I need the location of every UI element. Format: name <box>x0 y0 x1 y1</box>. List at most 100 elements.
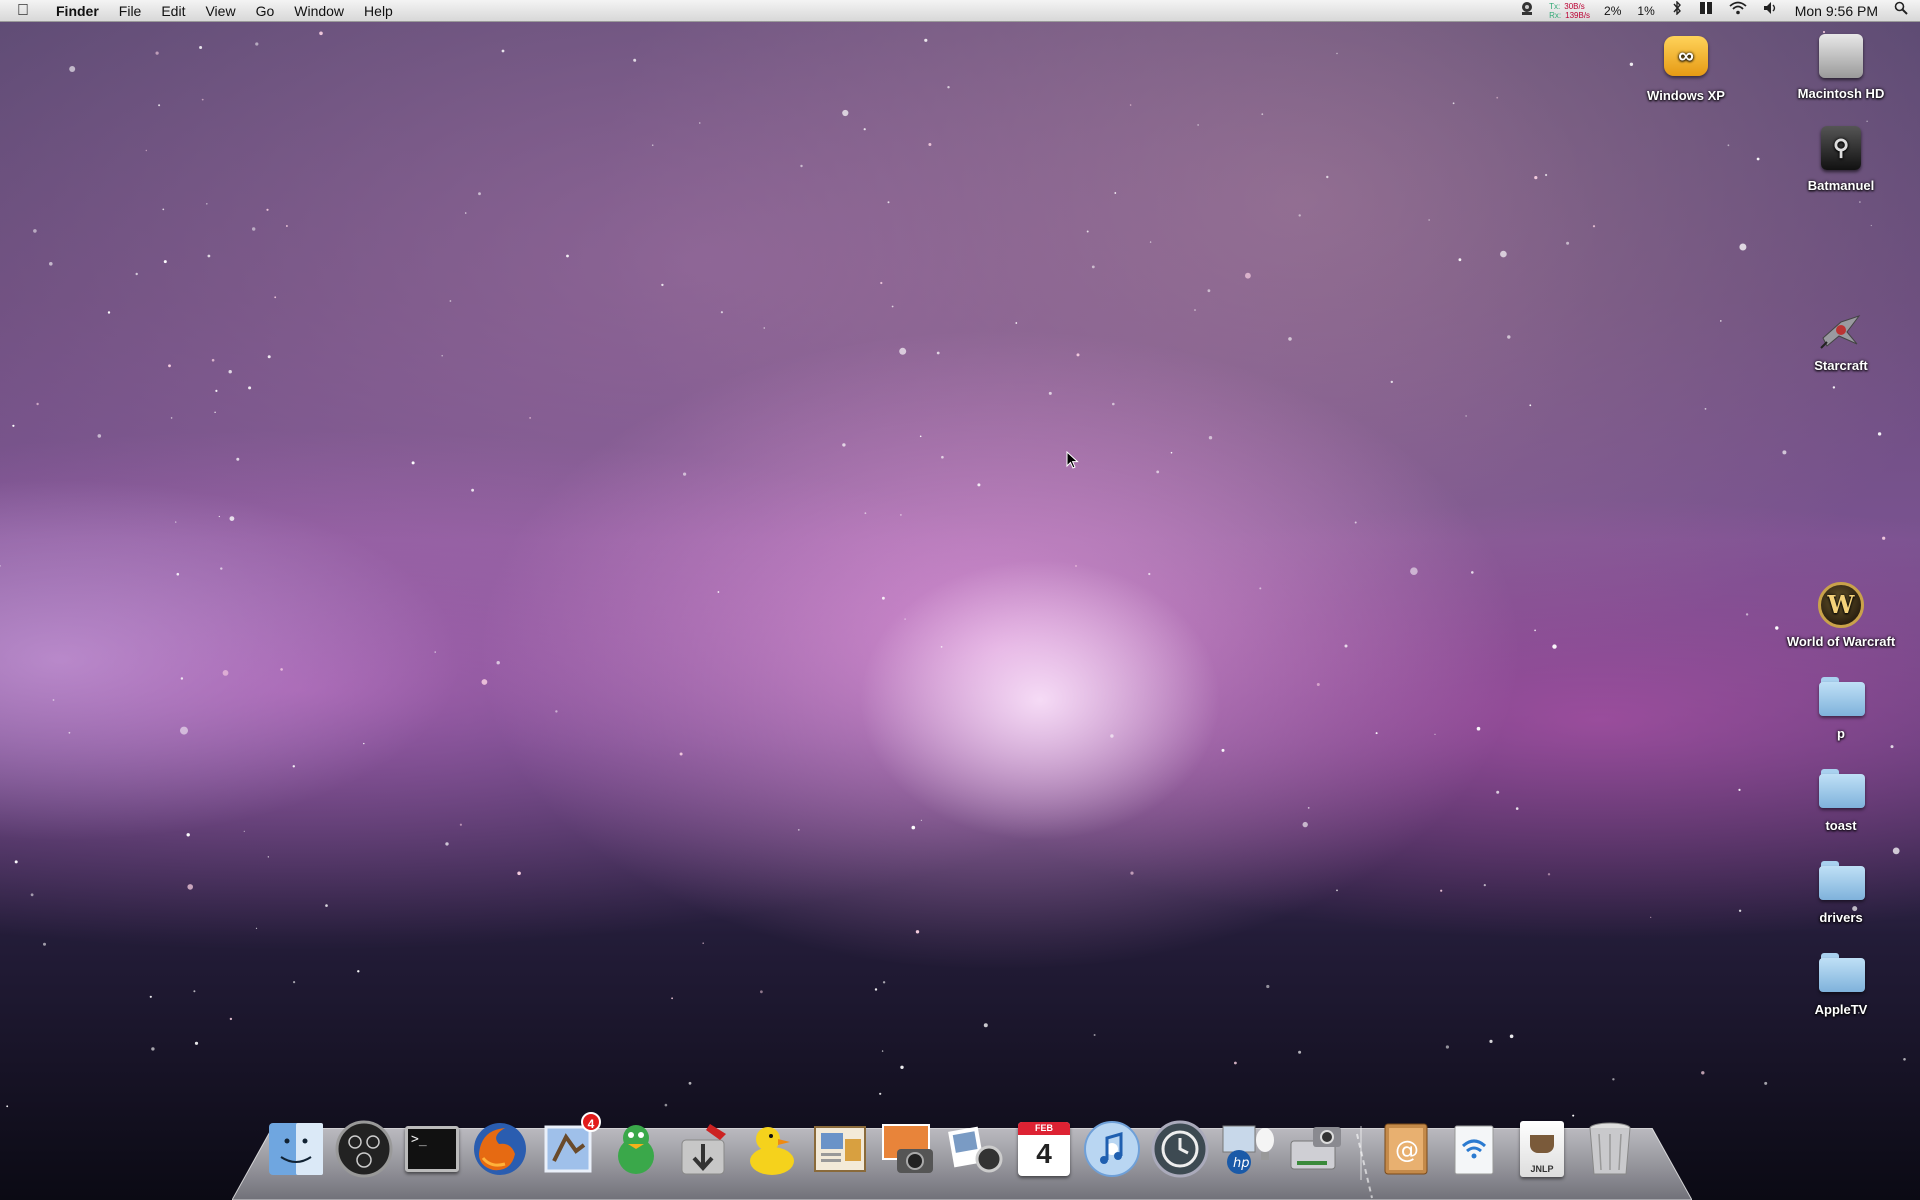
star <box>1471 571 1474 574</box>
star <box>1375 732 1378 735</box>
cpu-meter-1[interactable]: 2% <box>1596 0 1629 22</box>
dock-item-airport-utility[interactable] <box>1443 1118 1505 1180</box>
star <box>145 149 147 152</box>
star <box>481 679 488 685</box>
bluetooth-icon[interactable] <box>1663 0 1691 22</box>
spy-agent-icon[interactable] <box>1511 0 1543 23</box>
dock-item-itunes[interactable] <box>1081 1118 1143 1180</box>
star <box>0 565 1 567</box>
star <box>255 42 259 46</box>
menu-help[interactable]: Help <box>354 0 403 22</box>
star <box>496 661 500 665</box>
desktop-wallpaper <box>0 31 1906 1117</box>
svg-text:@: @ <box>1395 1136 1419 1164</box>
dock-item-iphoto[interactable] <box>877 1118 939 1180</box>
dock-item-photo-booth[interactable] <box>945 1118 1007 1180</box>
star <box>940 646 943 648</box>
star <box>229 516 235 521</box>
star <box>760 990 763 994</box>
star <box>1892 847 1900 855</box>
star <box>434 651 436 653</box>
star <box>1197 124 1199 126</box>
spotlight-search-icon[interactable] <box>1886 0 1920 22</box>
desktop-icon-macintosh-hd[interactable]: Macintosh HD <box>1786 32 1896 101</box>
network-monitor[interactable]: Tx: 30B/s Rx: 139B/s <box>1543 2 1596 20</box>
dock-item-image-capture[interactable] <box>1285 1118 1347 1180</box>
sync-icon[interactable] <box>1691 0 1721 22</box>
star <box>267 856 269 858</box>
rx-label: Rx: <box>1549 11 1562 20</box>
star <box>1775 626 1779 630</box>
desktop-icon-world-of-warcraft[interactable]: W World of Warcraft <box>1786 582 1896 649</box>
desktop-icon-batmanuel[interactable]: ⚲ Batmanuel <box>1786 124 1896 193</box>
star <box>529 417 531 419</box>
desktop-icon-starcraft[interactable]: Starcraft <box>1786 306 1896 373</box>
desktop-icon-folder-toast[interactable]: toast <box>1786 766 1896 833</box>
star <box>683 472 687 476</box>
menu-edit[interactable]: Edit <box>151 0 195 22</box>
star <box>1354 521 1357 524</box>
dock-item-mail[interactable]: 4 <box>537 1112 601 1180</box>
dock-item-firefox[interactable] <box>469 1118 531 1180</box>
apple-menu-icon[interactable]:  <box>0 0 46 22</box>
star <box>445 842 449 846</box>
star <box>1745 613 1749 616</box>
menubar-clock[interactable]: Mon 9:56 PM <box>1787 0 1886 22</box>
star <box>1307 807 1310 809</box>
star <box>194 1041 199 1045</box>
star <box>1704 408 1707 410</box>
dock-item-address-book[interactable]: @ <box>1375 1118 1437 1180</box>
cpu-meter-2[interactable]: 1% <box>1629 0 1662 22</box>
dock-item-terminal[interactable]: >_ <box>401 1118 463 1180</box>
dock-item-cyberduck[interactable] <box>741 1118 803 1180</box>
volume-icon[interactable] <box>1755 0 1787 22</box>
star <box>135 272 138 276</box>
rx-value: 139B/s <box>1565 11 1591 20</box>
star <box>1207 289 1211 293</box>
star <box>1110 734 1114 738</box>
app-menu-finder[interactable]: Finder <box>46 0 109 22</box>
star <box>155 51 159 55</box>
star <box>243 830 245 832</box>
desktop-icon-windows-xp[interactable]: ∞ Windows XP <box>1631 32 1741 103</box>
star <box>501 49 505 53</box>
star <box>187 884 193 890</box>
dock-item-finder[interactable] <box>265 1118 327 1180</box>
dock-item-dashboard[interactable] <box>333 1118 395 1180</box>
star <box>1496 96 1499 99</box>
star <box>175 521 177 523</box>
star <box>863 128 866 131</box>
menu-view[interactable]: View <box>195 0 245 22</box>
star <box>292 765 295 768</box>
menu-go[interactable]: Go <box>246 0 285 22</box>
dock-item-preview[interactable] <box>809 1118 871 1180</box>
wifi-icon[interactable] <box>1721 0 1755 22</box>
tx-label: Tx: <box>1549 2 1561 11</box>
desktop-icon-folder-appletv[interactable]: AppleTV <box>1786 950 1896 1017</box>
dock-item-hp-utility[interactable]: hp <box>1217 1118 1279 1180</box>
star <box>1093 1034 1096 1036</box>
star <box>215 389 218 392</box>
desktop-icon-folder-p[interactable]: p <box>1786 674 1896 741</box>
menu-file[interactable]: File <box>109 0 152 22</box>
star <box>441 354 444 357</box>
star <box>887 201 890 204</box>
dock-item-jnlp-file[interactable]: JNLP <box>1511 1118 1573 1180</box>
dock-item-time-machine[interactable] <box>1149 1118 1211 1180</box>
adium-icon <box>618 1125 654 1174</box>
star <box>900 1065 904 1070</box>
desktop-icon-folder-drivers[interactable]: drivers <box>1786 858 1896 925</box>
dock-item-ical[interactable]: FEB 4 <box>1013 1118 1075 1180</box>
dock-item-trash[interactable] <box>1579 1118 1641 1180</box>
star <box>464 212 467 214</box>
mail-unread-badge: 4 <box>581 1112 601 1132</box>
star <box>1445 1045 1449 1049</box>
star <box>1086 230 1089 233</box>
dock-item-transmit[interactable] <box>673 1118 735 1180</box>
star <box>1452 102 1455 105</box>
star <box>1130 871 1134 875</box>
star <box>947 86 950 89</box>
wow-alias-icon: W <box>1818 582 1864 628</box>
dock-item-adium[interactable] <box>605 1118 667 1180</box>
menu-window[interactable]: Window <box>284 0 354 22</box>
